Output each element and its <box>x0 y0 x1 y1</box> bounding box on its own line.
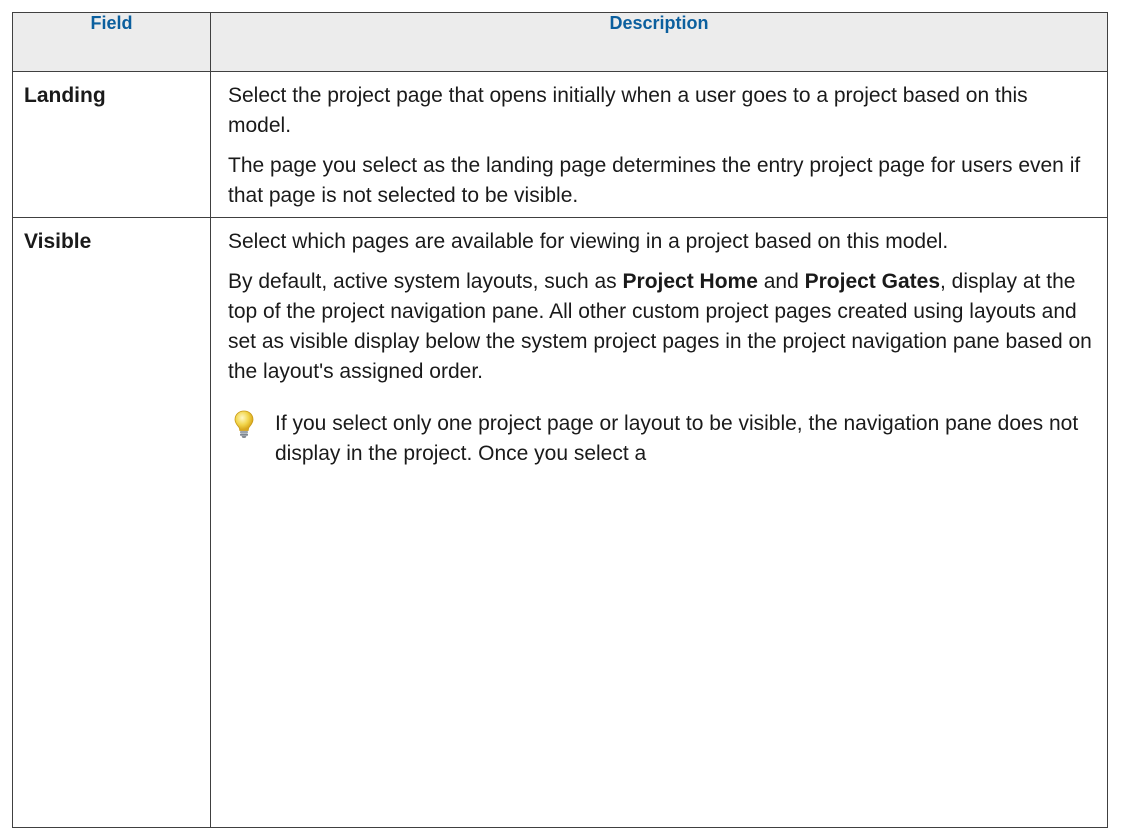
tip-note: If you select only one project page or l… <box>228 409 1093 475</box>
field-name-visible: Visible <box>12 217 211 828</box>
header-description: Description <box>210 12 1108 72</box>
description-landing: Select the project page that opens initi… <box>210 71 1108 218</box>
visible-paragraph-1: Select which pages are available for vie… <box>228 230 949 253</box>
landing-paragraph-2: The page you select as the landing page … <box>228 154 1081 207</box>
visible-p2-text-2: and <box>757 270 805 293</box>
project-home-term: Project Home <box>622 270 758 293</box>
description-visible: Select which pages are available for vie… <box>210 217 1108 828</box>
table-header-row: Field Description <box>12 12 1108 72</box>
field-name-landing: Landing <box>12 71 211 218</box>
visible-paragraph-2: By default, active system layouts, such … <box>228 267 1093 387</box>
project-gates-term: Project Gates <box>804 270 941 293</box>
header-field: Field <box>12 12 211 72</box>
tip-text: If you select only one project page or l… <box>275 412 1079 465</box>
table-row-visible: Visible Select which pages are available… <box>12 217 1108 828</box>
landing-paragraph-1: Select the project page that opens initi… <box>228 84 1028 137</box>
lightbulb-icon <box>233 409 269 448</box>
field-description-table: Field Description Landing Select the pro… <box>12 12 1108 828</box>
visible-p2-text-1: By default, active system layouts, such … <box>228 270 623 293</box>
table-row-landing: Landing Select the project page that ope… <box>12 71 1108 218</box>
